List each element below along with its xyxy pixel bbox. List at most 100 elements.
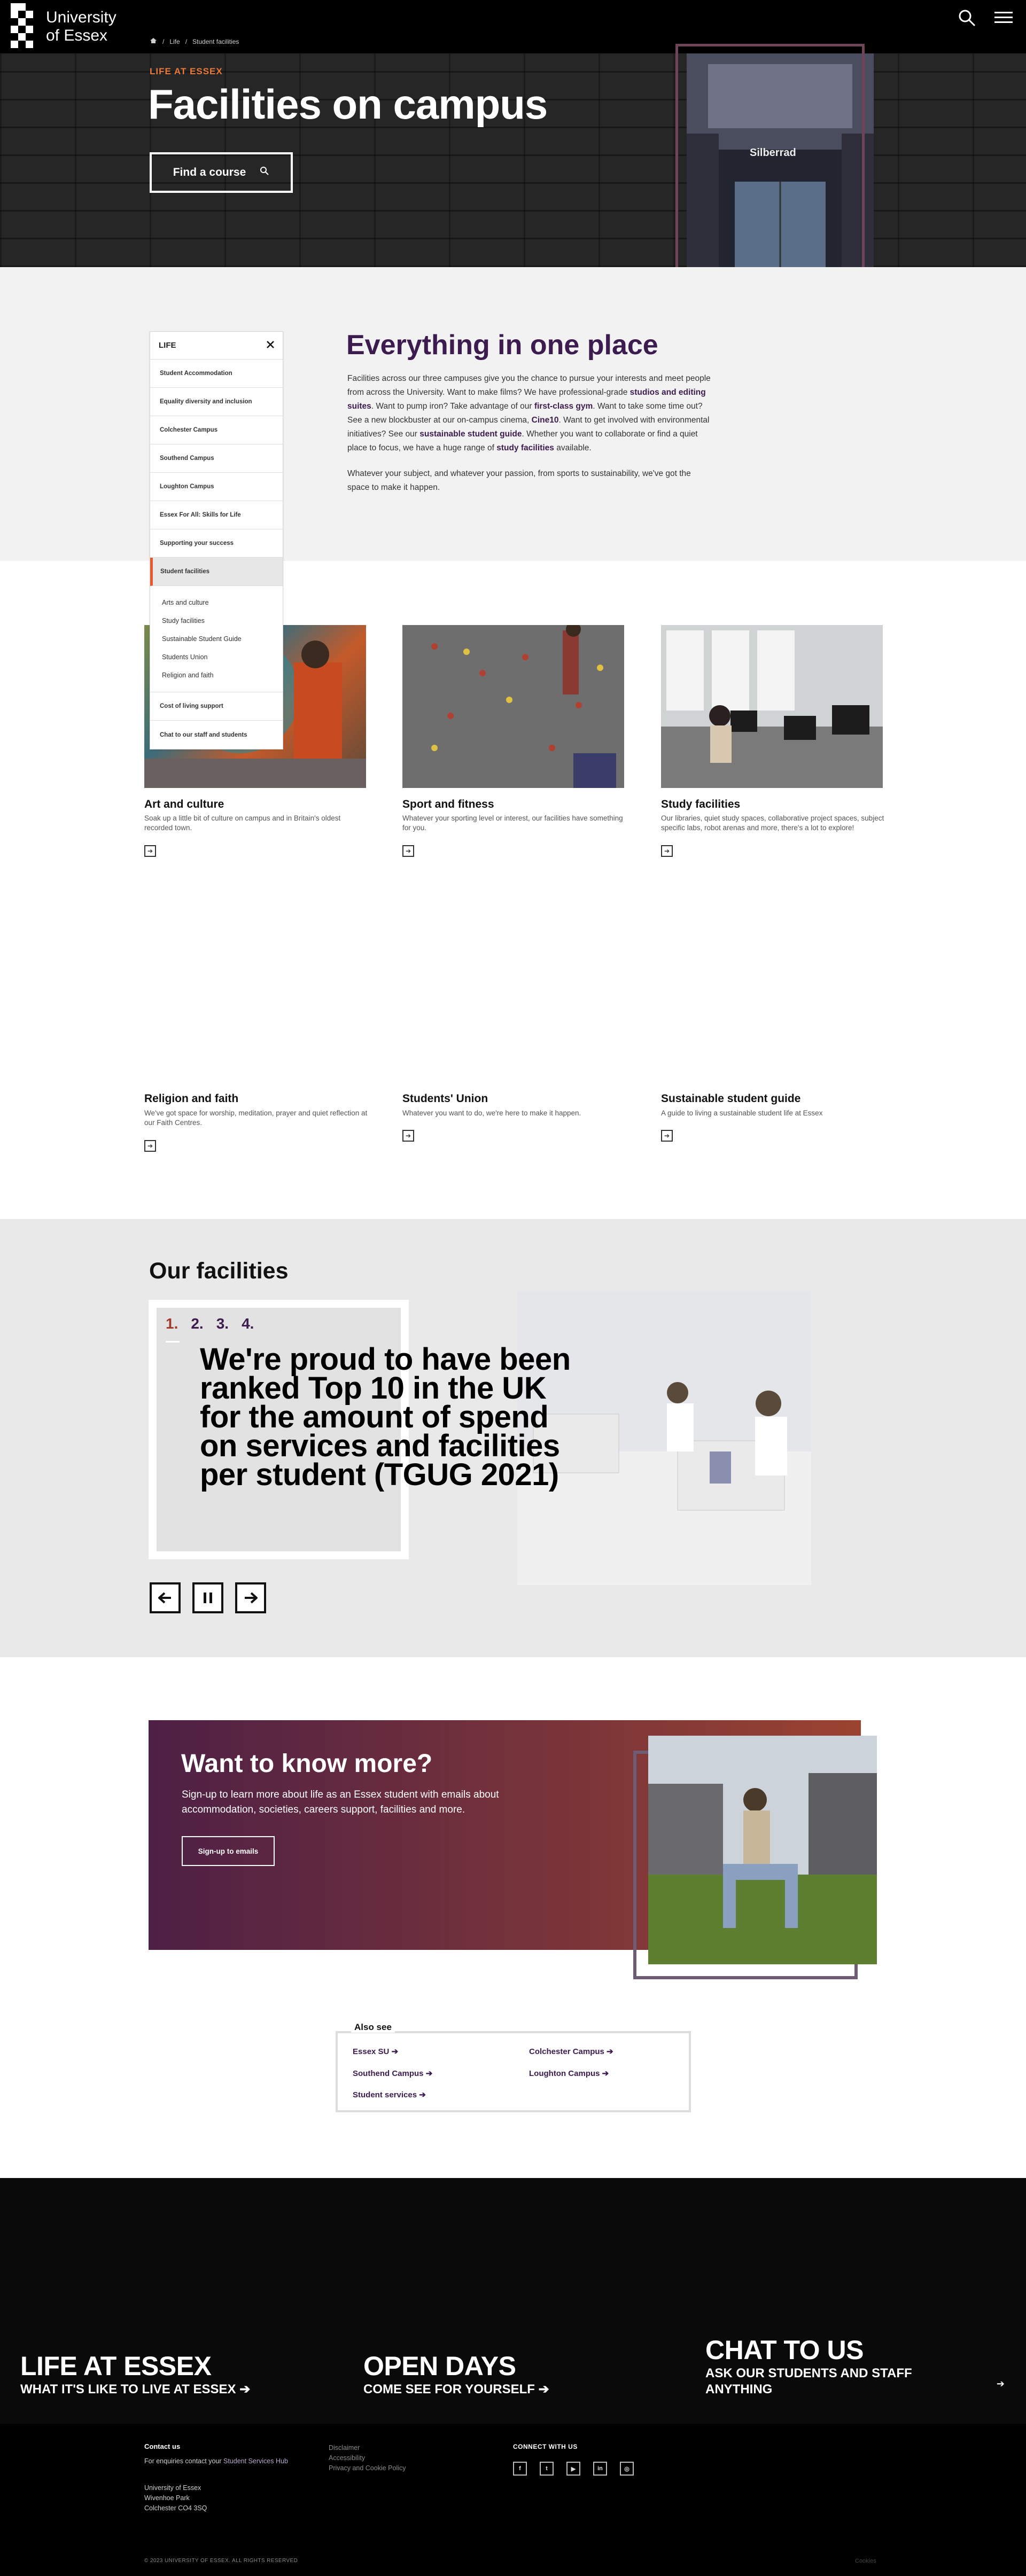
logo-line2: of Essex — [46, 27, 108, 44]
nav-sub-religion[interactable]: Religion and faith — [162, 666, 283, 684]
page-title: Facilities on campus — [148, 81, 548, 128]
promo-sub: COME SEE FOR YOURSELF ➔ — [363, 2382, 549, 2397]
facebook-icon[interactable]: f — [513, 2462, 527, 2476]
logo-mark-icon — [11, 3, 33, 50]
instagram-icon[interactable]: ◎ — [620, 2462, 634, 2476]
nav-sub-sustainable[interactable]: Sustainable Student Guide — [162, 630, 283, 648]
link-loughton[interactable]: Loughton Campus ➔ — [529, 2068, 609, 2078]
card-title-religion[interactable]: Religion and faith — [144, 1092, 238, 1105]
study-facilities-link[interactable]: study facilities — [496, 443, 554, 452]
promo-open-days[interactable]: OPEN DAYS COME SEE FOR YOURSELF ➔ — [363, 2351, 549, 2397]
accessibility-link[interactable]: Accessibility — [329, 2453, 406, 2463]
social-links: f t ▶ in ◎ — [513, 2462, 634, 2476]
link-essex-su[interactable]: Essex SU ➔ — [353, 2047, 398, 2056]
arrow-right-icon: ➔ — [419, 2090, 426, 2099]
slide-number-2[interactable]: 2. — [191, 1315, 203, 1332]
nav-item-equality[interactable]: Equality diversity and inclusion — [150, 388, 283, 416]
nav-item-accommodation[interactable]: Student Accommodation — [150, 360, 283, 388]
youtube-icon[interactable]: ▶ — [566, 2462, 580, 2476]
cookies-link[interactable]: Cookies — [855, 2558, 876, 2564]
card-title-sustainable[interactable]: Sustainable student guide — [661, 1092, 800, 1105]
card-title-study[interactable]: Study facilities — [661, 798, 740, 811]
link-southend[interactable]: Southend Campus ➔ — [353, 2068, 432, 2078]
cine10-link[interactable]: Cine10 — [532, 416, 559, 425]
footer-links: Disclaimer Accessibility Privacy and Coo… — [329, 2443, 406, 2473]
search-icon[interactable] — [958, 9, 976, 29]
arrow-right-icon: ➔ — [239, 2382, 251, 2397]
arrow-right-icon: ➔ — [607, 2047, 613, 2056]
nav-item-loughton[interactable]: Loughton Campus — [150, 473, 283, 501]
student-services-hub-link[interactable]: Student Services Hub — [223, 2457, 288, 2465]
sport-fitness-image[interactable] — [402, 622, 624, 788]
promo-sub: ASK OUR STUDENTS AND STAFF ANYTHING — [705, 2366, 912, 2397]
nav-item-cost-of-living[interactable]: Cost of living support — [150, 692, 283, 721]
card-title-art[interactable]: Art and culture — [144, 798, 224, 811]
card-desc-union: Whatever you want to do, we're here to m… — [402, 1109, 581, 1117]
breadcrumb-current: Student facilities — [192, 37, 239, 45]
sustainable-guide-link[interactable]: sustainable student guide — [419, 430, 522, 439]
privacy-link[interactable]: Privacy and Cookie Policy — [329, 2463, 406, 2473]
arrow-right-icon: ➔ — [602, 2069, 609, 2078]
arrow-icon[interactable]: ➔ — [144, 1140, 156, 1152]
arrow-right-icon: ➔ — [996, 2378, 1005, 2389]
nav-item-southend[interactable]: Southend Campus — [150, 444, 283, 473]
nav-item-supporting-success[interactable]: Supporting your success — [150, 529, 283, 558]
logo-text: University of Essex — [46, 9, 116, 45]
nav-sub-arts[interactable]: Arts and culture — [162, 594, 283, 612]
close-icon[interactable] — [267, 340, 274, 350]
card-desc-study: Our libraries, quiet study spaces, colla… — [661, 814, 884, 832]
link-colchester[interactable]: Colchester Campus ➔ — [529, 2047, 613, 2056]
nav-item-chat[interactable]: Chat to our staff and students — [150, 721, 283, 749]
find-course-button[interactable]: Find a course — [150, 152, 293, 193]
next-icon[interactable] — [235, 1582, 266, 1613]
intro-heading: Everything in one place — [346, 330, 658, 361]
breadcrumb-life[interactable]: Life — [169, 38, 180, 45]
arrow-icon[interactable]: ➔ — [402, 845, 414, 857]
nav-sub-union[interactable]: Students Union — [162, 648, 283, 666]
nav-item-essex-for-all[interactable]: Essex For All: Skills for Life — [150, 501, 283, 529]
hero-photo-frame — [675, 44, 865, 282]
disclaimer-link[interactable]: Disclaimer — [329, 2443, 406, 2453]
signup-button[interactable]: Sign-up to emails — [182, 1836, 275, 1866]
facilities-heading: Our facilities — [149, 1258, 289, 1284]
nav-subitems: Arts and culture Study facilities Sustai… — [150, 586, 283, 692]
menu-icon[interactable] — [994, 9, 1013, 29]
copyright: © 2023 UNIVERSITY OF ESSEX. ALL RIGHTS R… — [144, 2558, 298, 2564]
promo-sub: WHAT IT'S LIKE TO LIVE AT ESSEX ➔ — [20, 2382, 251, 2397]
university-logo[interactable]: University of Essex — [11, 3, 116, 50]
find-course-label: Find a course — [173, 166, 246, 178]
prev-icon[interactable] — [150, 1582, 181, 1613]
pause-icon[interactable] — [192, 1582, 223, 1613]
promo-title: CHAT TO US — [705, 2335, 864, 2365]
linkedin-icon[interactable]: in — [593, 2462, 607, 2476]
section-nav-header: LIFE — [150, 332, 283, 360]
section-nav-title: LIFE — [159, 341, 176, 350]
arrow-icon[interactable]: ➔ — [144, 845, 156, 857]
arrow-icon[interactable]: ➔ — [402, 1130, 414, 1142]
nav-item-colchester[interactable]: Colchester Campus — [150, 416, 283, 444]
nav-sub-study[interactable]: Study facilities — [162, 612, 283, 630]
intro-paragraph-2: Whatever your subject, and whatever your… — [347, 469, 691, 492]
card-title-union[interactable]: Students' Union — [402, 1092, 488, 1105]
gym-link[interactable]: first-class gym — [534, 402, 593, 411]
study-facilities-image[interactable] — [661, 625, 883, 788]
slide-number-4[interactable]: 4. — [242, 1315, 254, 1332]
promo-title: LIFE AT ESSEX — [20, 2351, 212, 2381]
promo-chat[interactable]: CHAT TO US ASK OUR STUDENTS AND STAFF AN… — [705, 2335, 1005, 2398]
slide-number-3[interactable]: 3. — [216, 1315, 229, 1332]
signup-text: Sign-up to learn more about life as an E… — [182, 1789, 499, 1815]
card-title-sport[interactable]: Sport and fitness — [402, 798, 494, 811]
arrow-right-icon: ➔ — [538, 2382, 549, 2397]
link-student-services[interactable]: Student services ➔ — [353, 2090, 426, 2099]
slide-number-1[interactable]: 1. — [166, 1315, 178, 1332]
home-icon[interactable] — [150, 37, 157, 45]
arrow-right-icon: ➔ — [391, 2047, 399, 2056]
promo-life-at-essex[interactable]: LIFE AT ESSEX WHAT IT'S LIKE TO LIVE AT … — [20, 2351, 250, 2397]
site-header — [0, 0, 1026, 53]
contact-heading: Contact us — [144, 2442, 181, 2450]
twitter-icon[interactable]: t — [540, 2462, 554, 2476]
arrow-icon[interactable]: ➔ — [661, 845, 673, 857]
nav-item-student-facilities[interactable]: Student facilities — [150, 558, 283, 586]
card-desc-religion: We've got space for worship, meditation,… — [144, 1109, 368, 1127]
arrow-icon[interactable]: ➔ — [661, 1130, 673, 1142]
